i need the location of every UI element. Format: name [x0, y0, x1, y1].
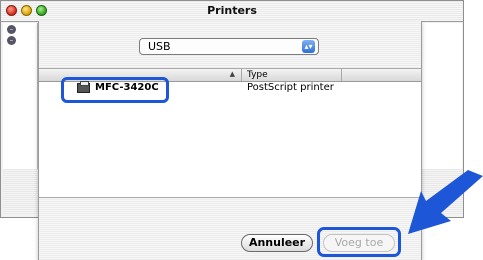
pointer-arrow-icon [408, 170, 483, 234]
